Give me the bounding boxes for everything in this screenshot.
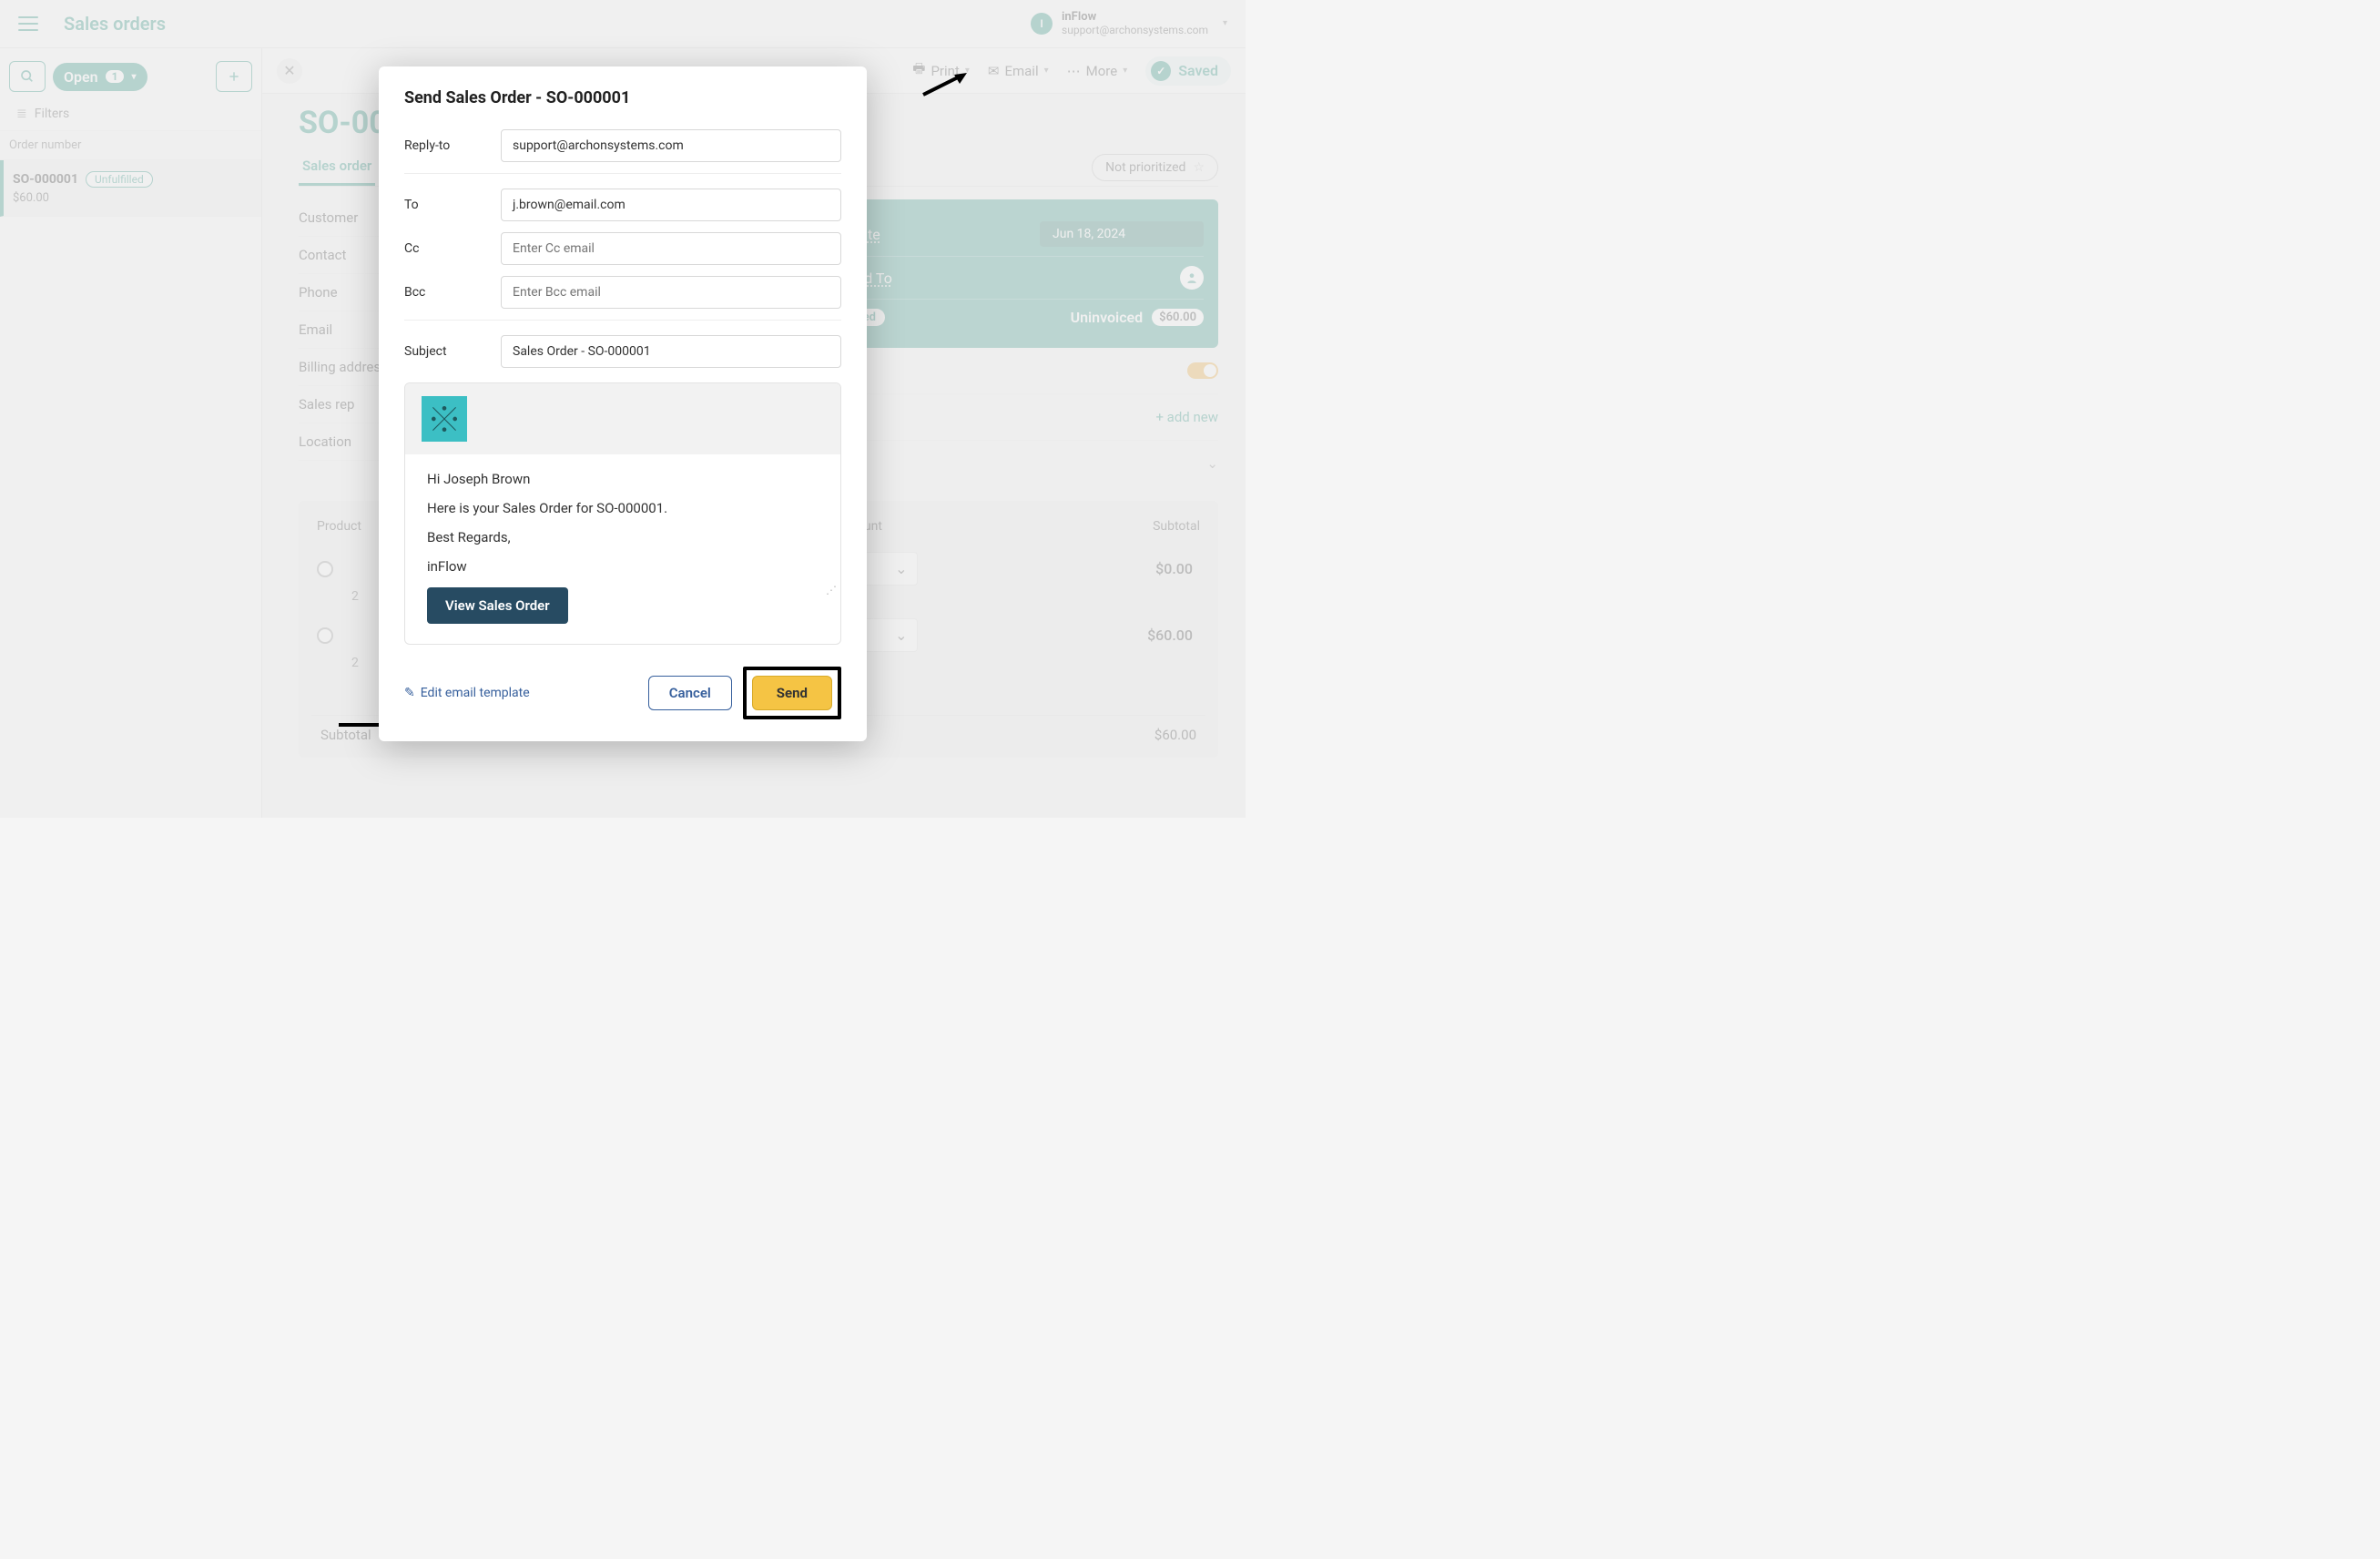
search-icon bbox=[20, 69, 35, 84]
cc-input[interactable] bbox=[501, 232, 841, 265]
page-title: Sales orders bbox=[64, 13, 166, 35]
user-email: support@archonsystems.com bbox=[1062, 25, 1208, 36]
annotation-highlight: Send bbox=[743, 667, 841, 719]
more-menu[interactable]: ⋯ More ▾ bbox=[1067, 63, 1128, 79]
filters-icon: ≣ bbox=[16, 107, 27, 121]
resize-handle-icon[interactable]: ⋰ bbox=[826, 584, 835, 593]
chevron-down-icon: ▾ bbox=[1123, 66, 1127, 76]
edit-email-template-link[interactable]: ✎ Edit email template bbox=[404, 686, 530, 700]
filters-toggle[interactable]: ≣ Filters bbox=[0, 101, 261, 130]
send-sales-order-modal: Send Sales Order - SO-000001 Reply-to su… bbox=[379, 66, 867, 741]
email-label: Email bbox=[1004, 63, 1038, 79]
preview-greeting: Hi Joseph Brown bbox=[427, 471, 819, 487]
priority-label: Not prioritized bbox=[1105, 160, 1185, 175]
preview-signature: inFlow bbox=[427, 558, 819, 575]
open-label: Open bbox=[64, 68, 98, 86]
saved-label: Saved bbox=[1178, 62, 1218, 79]
invoice-status: Uninvoiced bbox=[1071, 309, 1144, 326]
open-count: 1 bbox=[106, 70, 125, 83]
chevron-down-icon: ⌄ bbox=[895, 627, 907, 644]
bcc-input[interactable] bbox=[501, 276, 841, 309]
more-label: More bbox=[1086, 63, 1118, 79]
filters-label: Filters bbox=[35, 107, 70, 121]
close-button[interactable]: ✕ bbox=[277, 58, 302, 84]
check-icon: ✓ bbox=[1151, 61, 1171, 81]
bcc-label: Bcc bbox=[404, 285, 501, 300]
order-number: SO-000001 bbox=[13, 172, 78, 187]
close-icon: ✕ bbox=[283, 62, 295, 79]
open-filter-pill[interactable]: Open 1 ▾ bbox=[53, 63, 147, 91]
col-subtotal: Subtotal bbox=[1016, 519, 1200, 534]
summary-amount: $60.00 bbox=[1152, 309, 1204, 326]
preview-body: Here is your Sales Order for SO-000001. bbox=[427, 500, 819, 516]
chevron-down-icon: ⌄ bbox=[895, 560, 907, 577]
status-badge: Unfulfilled bbox=[86, 171, 153, 188]
modal-title: Send Sales Order - SO-000001 bbox=[404, 88, 841, 107]
tab-sales-order[interactable]: Sales order bbox=[299, 148, 375, 186]
chevron-down-icon: ▾ bbox=[131, 72, 136, 82]
star-icon: ☆ bbox=[1193, 160, 1205, 175]
new-order-button[interactable] bbox=[216, 61, 252, 92]
assigned-to-avatar[interactable] bbox=[1180, 266, 1204, 290]
priority-selector[interactable]: Not prioritized ☆ bbox=[1092, 154, 1218, 181]
subject-label: Subject bbox=[404, 344, 501, 359]
email-icon: ✉ bbox=[988, 63, 1000, 79]
user-name: inFlow bbox=[1062, 11, 1208, 24]
to-input[interactable]: j.brown@email.com bbox=[501, 189, 841, 221]
order-amount: $60.00 bbox=[13, 191, 252, 205]
preview-regards: Best Regards, bbox=[427, 529, 819, 545]
company-logo bbox=[422, 396, 467, 442]
to-label: To bbox=[404, 198, 501, 212]
menu-icon[interactable] bbox=[18, 16, 38, 31]
pencil-icon: ✎ bbox=[404, 686, 415, 700]
replyto-label: Reply-to bbox=[404, 138, 501, 153]
order-list-sidebar: Open 1 ▾ ≣ Filters Order number SO-00000… bbox=[0, 48, 262, 818]
email-preview: Hi Joseph Brown Here is your Sales Order… bbox=[404, 382, 841, 645]
avatar: I bbox=[1031, 13, 1053, 35]
subtotal-value: $60.00 bbox=[1154, 727, 1196, 743]
replyto-input[interactable]: support@archonsystems.com bbox=[501, 129, 841, 162]
chevron-down-icon[interactable]: ⌄ bbox=[1206, 455, 1218, 472]
user-menu[interactable]: I inFlow support@archonsystems.com ▾ bbox=[1031, 11, 1227, 36]
add-new-link[interactable]: + add new bbox=[1155, 409, 1218, 425]
top-bar: Sales orders I inFlow support@archonsyst… bbox=[0, 0, 1246, 48]
row-radio[interactable] bbox=[317, 627, 333, 644]
cancel-button[interactable]: Cancel bbox=[648, 676, 732, 710]
annotation-arrow bbox=[921, 71, 967, 98]
row-subtotal: $0.00 bbox=[1014, 560, 1200, 577]
list-column-header: Order number bbox=[0, 130, 261, 160]
send-button[interactable]: Send bbox=[752, 676, 832, 710]
chevron-down-icon: ▾ bbox=[1223, 18, 1227, 28]
email-menu[interactable]: ✉ Email ▾ bbox=[988, 63, 1049, 79]
row-radio[interactable] bbox=[317, 561, 333, 577]
person-icon bbox=[1185, 271, 1198, 284]
more-icon: ⋯ bbox=[1067, 63, 1081, 79]
shipping-toggle[interactable] bbox=[1187, 362, 1218, 379]
subject-input[interactable]: Sales Order - SO-000001 bbox=[501, 335, 841, 368]
plus-icon bbox=[228, 70, 240, 83]
saved-indicator: ✓ Saved bbox=[1145, 56, 1231, 86]
search-button[interactable] bbox=[9, 61, 46, 92]
order-list-item[interactable]: SO-000001 Unfulfilled $60.00 bbox=[0, 160, 261, 217]
cc-label: Cc bbox=[404, 241, 501, 256]
row-subtotal: $60.00 bbox=[1014, 627, 1200, 644]
chevron-down-icon: ▾ bbox=[1044, 66, 1049, 76]
view-sales-order-button[interactable]: View Sales Order bbox=[427, 587, 568, 624]
order-date-value[interactable]: Jun 18, 2024 bbox=[1040, 221, 1204, 247]
